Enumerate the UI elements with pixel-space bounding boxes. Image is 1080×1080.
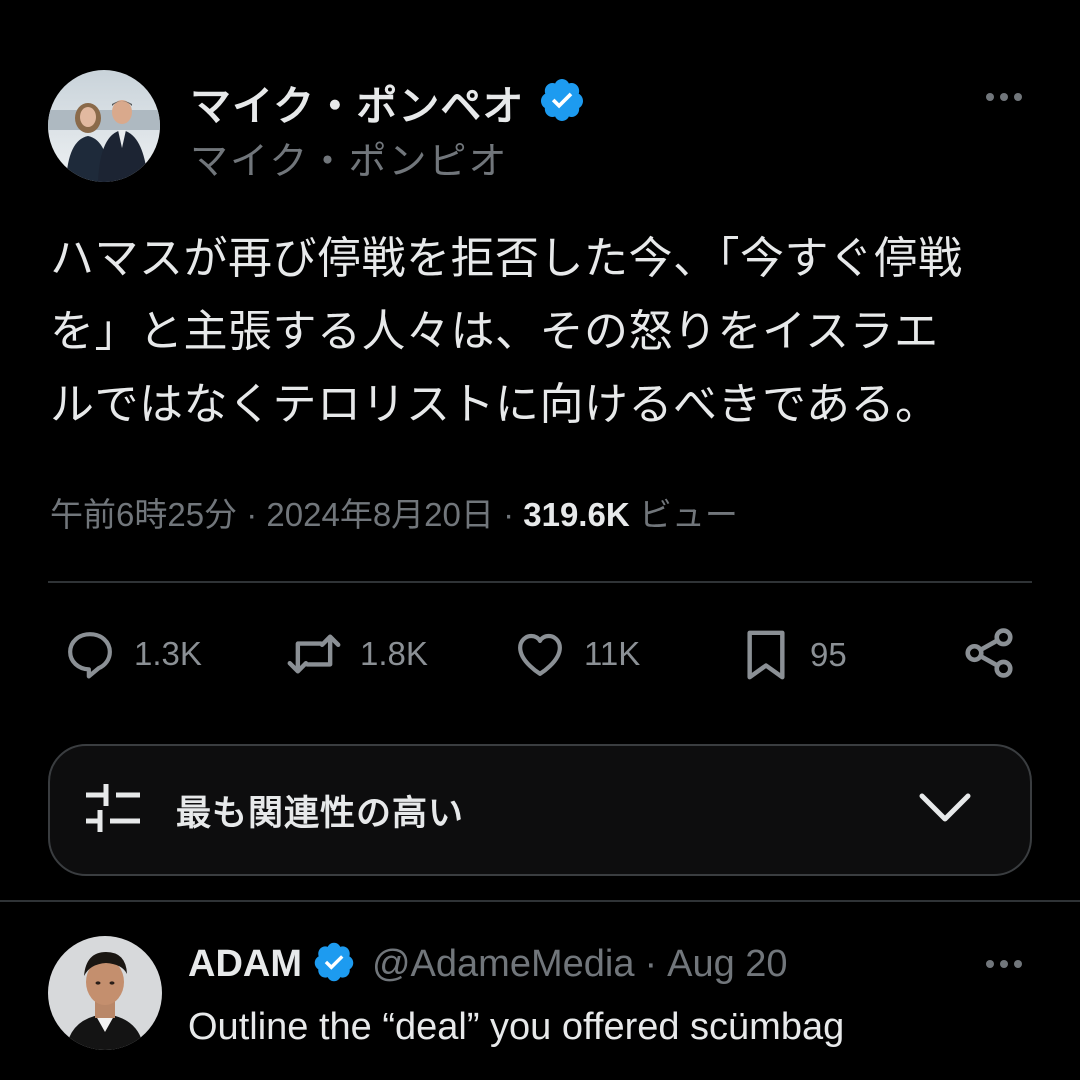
verified-badge-icon [538, 76, 586, 128]
reply-avatar[interactable] [48, 936, 162, 1050]
share-icon[interactable] [960, 624, 1018, 686]
like-action[interactable]: 11K [512, 626, 640, 682]
meta-separator: · [503, 496, 515, 533]
reply-more-options-icon[interactable] [986, 960, 1022, 968]
bookmark-count: 95 [810, 636, 847, 673]
sort-label: 最も関連性の高い [176, 793, 465, 834]
sort-replies-dropdown[interactable]: 最も関連性の高い [48, 744, 1032, 876]
like-icon[interactable] [512, 626, 568, 682]
tweet-date[interactable]: 2024年8月20日 [266, 496, 493, 533]
divider [0, 900, 1080, 902]
author-avatar[interactable] [48, 70, 160, 182]
reply-icon[interactable] [62, 626, 118, 682]
reply-date[interactable]: Aug 20 [667, 943, 787, 986]
like-count: 11K [584, 635, 641, 672]
author-handle[interactable]: マイク・ポンピオ [190, 130, 508, 185]
reply-header: ADAM @AdameMedia · Aug 20 [188, 940, 788, 988]
more-options-icon[interactable] [986, 93, 1022, 101]
retweet-count: 1.8K [360, 635, 428, 672]
author-name-row: マイク・ポンペオ [190, 72, 586, 132]
bookmark-icon[interactable] [738, 626, 794, 684]
author-display-name[interactable]: マイク・ポンペオ [190, 72, 524, 132]
views-count[interactable]: 319.6K [523, 496, 629, 533]
reply-separator: · [644, 942, 658, 985]
meta-separator: · [246, 496, 258, 533]
retweet-icon[interactable] [284, 626, 344, 682]
reply-action[interactable]: 1.3K [62, 626, 202, 682]
tweet-meta: 午前6時25分 · 2024年8月20日 · 319.6K ビュー [50, 488, 738, 536]
tweet-time[interactable]: 午前6時25分 [50, 496, 237, 533]
filter-sliders-icon [84, 782, 142, 838]
chevron-down-icon[interactable] [918, 791, 972, 829]
tweet-text-line: を」と主張する人々は、その怒りをイスラエ [50, 306, 939, 357]
verified-badge-icon [312, 940, 356, 988]
reply-handle[interactable]: @AdameMedia [372, 943, 634, 986]
tweet-text-line: ルではなくテロリストに向けるべきである。 [50, 379, 940, 430]
tweet-text-line: ハマスが再び停戦を拒否した今、「今すぐ停戦 [50, 233, 963, 284]
retweet-action[interactable]: 1.8K [284, 626, 428, 682]
bookmark-action[interactable]: 95 [738, 626, 847, 684]
divider [48, 581, 1032, 583]
tweet-text: ハマスが再び停戦を拒否した今、「今すぐ停戦 を」と主張する人々は、その怒りをイス… [50, 222, 1050, 441]
reply-text: Outline the “deal” you offered scümbag [188, 1006, 845, 1048]
views-label: ビュー [638, 496, 738, 533]
reply-display-name[interactable]: ADAM [188, 943, 302, 986]
reply-count: 1.3K [134, 635, 202, 672]
